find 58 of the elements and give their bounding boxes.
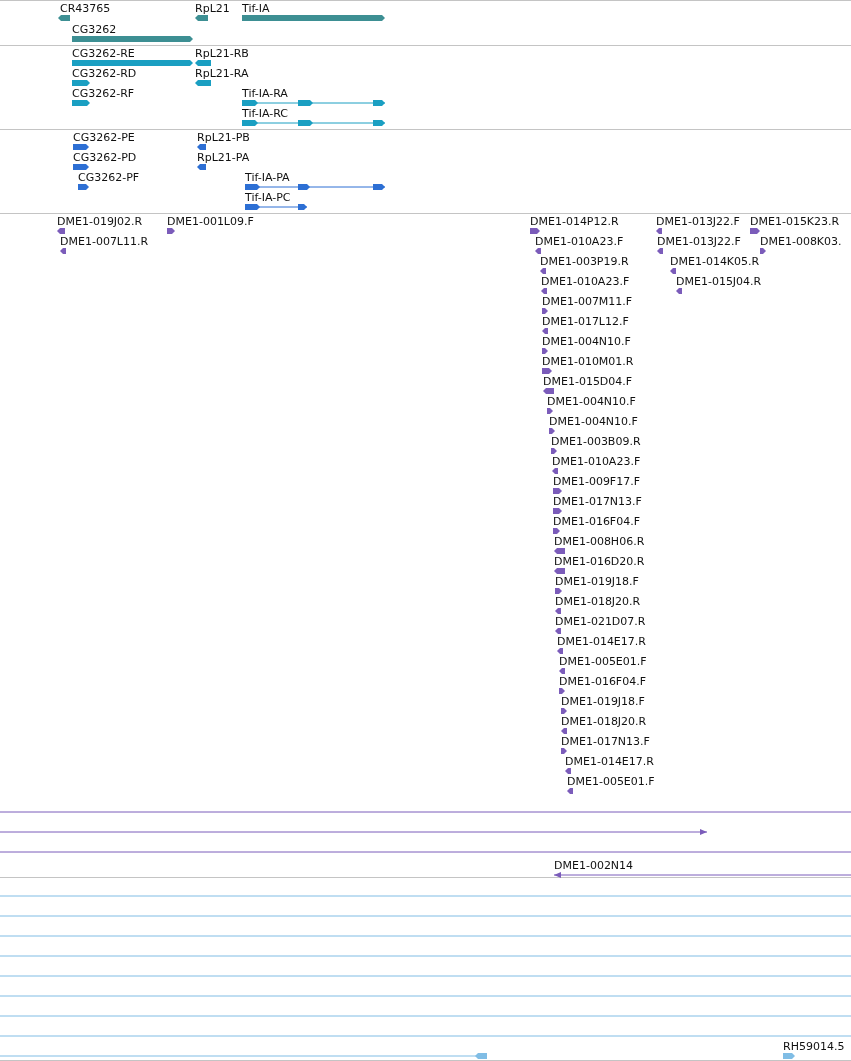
feature-label: DME1-003B09.R (551, 435, 641, 448)
feature-label: DME1-016F04.F (553, 515, 641, 528)
feature-label: DME1-015J04.R (676, 275, 762, 288)
feature-label: DME1-005E01.F (559, 655, 647, 668)
feature-label: CG3262-PE (73, 131, 135, 144)
feature-label: RH59014.5 (783, 1040, 845, 1053)
feature-label: DME1-019J18.F (561, 695, 645, 708)
feature-label: DME1-019J18.F (555, 575, 639, 588)
feature-label: CG3262-PD (73, 151, 137, 164)
feature-label: DME1-014E17.R (557, 635, 646, 648)
feature-label: DME1-016F04.F (559, 675, 647, 688)
feature-label: DME1-017N13.F (561, 735, 650, 748)
feature-label: CG3262 (72, 23, 117, 36)
feature-label: DME1-008H06.R (554, 535, 645, 548)
feature-label: DME1-004N10.F (547, 395, 636, 408)
feature-label: CG3262-RE (72, 47, 135, 60)
feature-label: DME1-009F17.F (553, 475, 641, 488)
feature-label: DME1-001L09.F (167, 215, 254, 228)
feature-label: DME1-013J22.F (656, 215, 740, 228)
feature-label: DME1-010M01.R (542, 355, 634, 368)
feature-label: DME1-013J22.F (657, 235, 741, 248)
feature-label: DME1-010A23.F (552, 455, 641, 468)
feature-label: CR43765 (60, 2, 111, 15)
feature-label: RpL21 (195, 2, 230, 15)
feature-label: CG3262-RD (72, 67, 137, 80)
feature-label: CG3262-RF (72, 87, 135, 100)
feature-label: DME1-016D20.R (554, 555, 645, 568)
feature-label: DME1-007L11.R (60, 235, 149, 248)
feature-label: DME1-017N13.F (553, 495, 642, 508)
feature-label: DME1-002N14 (554, 859, 634, 872)
feature-label: RpL21-RB (195, 47, 249, 60)
feature-label: DME1-015K23.R (750, 215, 840, 228)
feature-label: DME1-019J02.R (57, 215, 143, 228)
feature-label: DME1-004N10.F (542, 335, 631, 348)
feature-label: Tif-IA-PC (245, 191, 291, 204)
feature-label: Tif-IA-RC (242, 107, 288, 120)
feature-label: Tif-IA-RA (242, 87, 288, 100)
feature-label: Tif-IA (242, 2, 270, 15)
feature-label: DME1-014K05.R (670, 255, 760, 268)
feature-label: DME1-018J20.R (555, 595, 641, 608)
feature-label: DME1-004N10.F (549, 415, 638, 428)
feature-label: DME1-021D07.R (555, 615, 646, 628)
feature-label: RpL21-PB (197, 131, 250, 144)
feature-label: Tif-IA-PA (245, 171, 290, 184)
feature-label: DME1-017L12.F (542, 315, 629, 328)
feature-label: CG3262-PF (78, 171, 140, 184)
feature-label: DME1-007M11.F (542, 295, 633, 308)
feature-label: DME1-018J20.R (561, 715, 647, 728)
feature-label: DME1-014E17.R (565, 755, 654, 768)
feature-label: RpL21-RA (195, 67, 249, 80)
feature-label: DME1-014P12.R (530, 215, 619, 228)
feature-label: RpL21-PA (197, 151, 250, 164)
feature-label: DME1-015D04.F (543, 375, 633, 388)
feature-label: DME1-008K03. (760, 235, 842, 248)
feature-label: DME1-005E01.F (567, 775, 655, 788)
feature-label: DME1-010A23.F (535, 235, 624, 248)
feature-label: DME1-003P19.R (540, 255, 629, 268)
feature-label: DME1-010A23.F (541, 275, 630, 288)
